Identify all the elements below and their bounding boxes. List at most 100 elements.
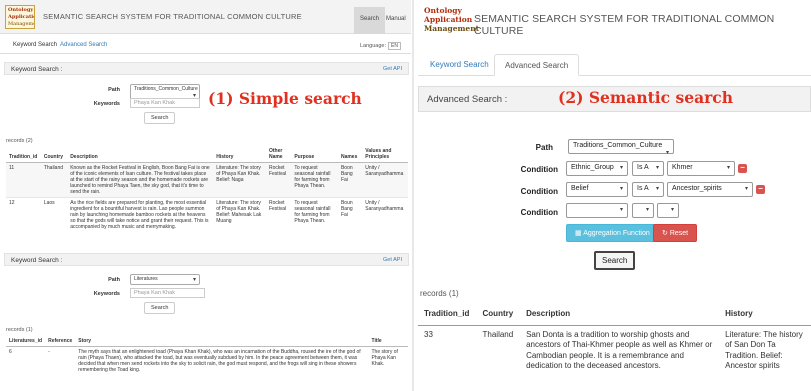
search-button[interactable]: Search — [144, 302, 176, 314]
search-button[interactable]: Search — [144, 112, 176, 124]
search-button[interactable]: Search — [594, 251, 636, 270]
language-selector[interactable]: Language: EN — [360, 42, 401, 50]
search-tabs: Keyword Search Advanced Search — [418, 54, 811, 76]
app-title: SEMANTIC SEARCH SYSTEM FOR TRADITIONAL C… — [43, 12, 302, 21]
get-api-link[interactable]: Get API — [383, 257, 402, 263]
condition-label: Condition — [520, 208, 558, 217]
results-table: Tradition_id Country Description History Oth… — [6, 146, 408, 232]
condition-attribute-select[interactable]: Belief ▾ — [566, 182, 628, 197]
app-logo: OntologyApplicationManagement — [5, 5, 35, 29]
condition-operator-select[interactable]: ▾ — [632, 203, 654, 218]
table-cell: Boun Bang Fai — [337, 197, 363, 232]
tab-advanced-search[interactable]: Advanced Search — [60, 42, 107, 48]
table-cell: Literature: The story of Phaya Kan Khak.… — [213, 197, 266, 232]
condition-attribute-select[interactable]: ▾ — [566, 203, 628, 218]
get-api-link[interactable]: Get API — [383, 66, 402, 72]
table-row: 11 Thailand Known as the Rocket Festival i… — [6, 162, 408, 198]
table-cell: Unity / Saranyadhamma — [362, 197, 408, 232]
records-count: records (1) — [6, 327, 33, 333]
table-row: 12 Laos As the rice fields are prepared fo… — [6, 197, 408, 232]
nav-manual[interactable]: Manual — [380, 7, 411, 34]
table-cell: Thailand — [476, 324, 521, 376]
table-cell: Literature: The history of San Don Ta Tr… — [719, 324, 811, 376]
header-bar: OntologyApplicationManagement SEMANTIC S… — [0, 0, 411, 34]
table-cell: 33 — [418, 324, 477, 376]
tab-keyword-search[interactable]: Keyword Search — [13, 42, 57, 48]
column-header: Tradition_id — [418, 304, 477, 326]
condition-value-select[interactable]: ▾ — [657, 203, 679, 218]
table-cell: - — [45, 346, 76, 375]
results-table: Tradition_id Country Description History 33… — [418, 304, 811, 376]
column-header: Names — [337, 146, 363, 163]
table-row: 33 Thailand San Donta is a tradition to wo… — [418, 324, 811, 376]
column-header: Reference — [45, 336, 76, 347]
table-cell: Unity / Saranyadhamma — [362, 162, 408, 198]
keywords-input[interactable]: Phaya Kan Khak — [130, 98, 200, 108]
table-cell: Literature: The story of Phaya Kan Khak.… — [213, 162, 266, 198]
search-tabs: Keyword Search Advanced Search Language:… — [0, 38, 411, 54]
table-cell: 12 — [6, 197, 41, 232]
condition-label: Condition — [520, 187, 558, 196]
column-header: Country — [40, 146, 68, 163]
column-header: Tradition_id — [6, 146, 41, 163]
keyword-search-title: Keyword Search : — [11, 257, 63, 264]
table-cell: Rocket Festival — [265, 197, 292, 232]
column-header: Values and Principles — [362, 146, 408, 163]
language-select[interactable]: EN — [388, 42, 401, 50]
tab-advanced-search[interactable]: Advanced Search — [494, 54, 580, 76]
table-cell: The myth says that an enlightened toad (… — [75, 346, 369, 375]
path-select[interactable]: Literatures ▾ — [130, 274, 200, 285]
column-header: Literatures_id — [6, 336, 46, 347]
path-label: Path — [108, 87, 120, 93]
keyword-search-title: Keyword Search : — [11, 66, 63, 73]
path-select[interactable]: Traditions_Common_Culture ▾ — [568, 139, 674, 156]
chart-icon: ▦ — [575, 230, 584, 237]
table-cell: San Donta is a tradition to worship ghos… — [520, 324, 720, 376]
table-cell: As the rice fields are prepared for plan… — [67, 197, 214, 232]
column-header: Purpose — [291, 146, 338, 163]
path-label: Path — [535, 143, 553, 152]
aggregation-function-button[interactable]: ▦ Aggregation Function — [566, 224, 659, 242]
condition-operator-select[interactable]: Is A ▾ — [632, 161, 664, 176]
keywords-label: Keywords — [93, 291, 120, 297]
simple-search-panel: OntologyApplicationManagement SEMANTIC S… — [0, 0, 411, 391]
condition-operator-select[interactable]: Is A ▾ — [632, 182, 664, 197]
keywords-label: Keywords — [93, 101, 120, 107]
condition-label: Condition — [520, 165, 558, 174]
column-header: Description — [520, 304, 720, 326]
condition-value-select[interactable]: Ancestor_spirits ▾ — [667, 182, 753, 197]
remove-condition-button[interactable]: − — [756, 185, 765, 194]
app-logo: OntologyApplicationManagement — [424, 6, 480, 33]
table-row: 6- The myth says that an enlightened toad… — [6, 346, 408, 375]
literature-table: Literatures_id Reference Story Title 6- The … — [6, 336, 408, 375]
column-header: History — [719, 304, 811, 326]
annotation-simple-search: (1) Simple search — [208, 89, 362, 108]
condition-value-select[interactable]: Khmer ▾ — [667, 161, 735, 176]
table-cell: Rocket Festival — [265, 162, 292, 198]
column-header: Country — [476, 304, 521, 326]
table-cell: The story of Phaya Kan Khak. — [368, 346, 408, 375]
column-header: Description — [67, 146, 214, 163]
table-cell: 6 — [6, 346, 46, 375]
records-count: records (2) — [6, 138, 33, 144]
tab-keyword-search[interactable]: Keyword Search — [420, 54, 499, 76]
table-cell: Boon Bang Fai — [337, 162, 363, 198]
table-cell: Laos — [40, 197, 68, 232]
table-cell: To request seasonal rainfall for farming… — [291, 197, 338, 232]
panel-divider — [412, 0, 414, 391]
column-header: Title — [368, 336, 408, 347]
reset-button[interactable]: ↻ Reset — [653, 224, 698, 242]
keywords-input[interactable]: Phaya Kan Khak — [130, 288, 205, 298]
table-cell: 11 — [6, 162, 41, 198]
path-label: Path — [108, 277, 120, 283]
refresh-icon: ↻ — [662, 230, 670, 237]
table-cell: Known as the Rocket Festival in English,… — [67, 162, 214, 198]
remove-condition-button[interactable]: − — [738, 164, 747, 173]
annotation-semantic-search: (2) Semantic search — [558, 88, 734, 107]
table-cell: Thailand — [40, 162, 68, 198]
condition-attribute-select[interactable]: Ethnic_Group ▾ — [566, 161, 628, 176]
app-title: SEMANTIC SEARCH SYSTEM FOR TRADITIONAL C… — [474, 13, 775, 37]
keyword-search-bar: Keyword Search : Get API — [4, 62, 409, 75]
column-header: History — [213, 146, 266, 163]
keyword-search-bar-2: Keyword Search : Get API — [4, 253, 409, 266]
